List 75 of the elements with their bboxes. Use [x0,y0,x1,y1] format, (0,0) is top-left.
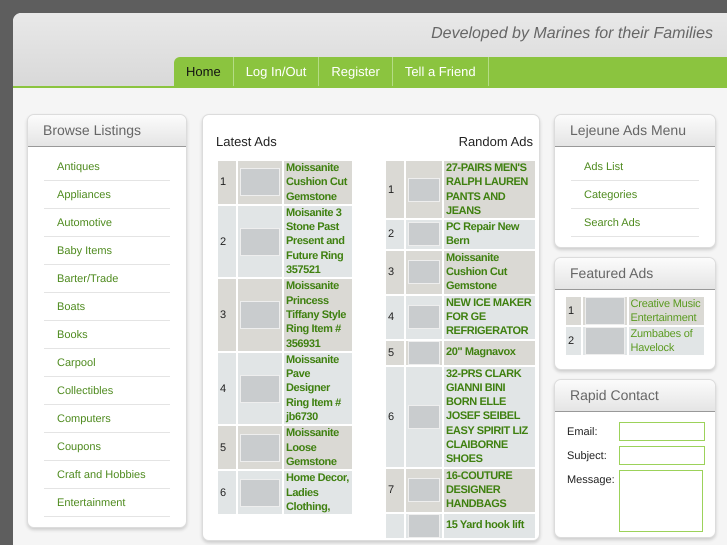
category-link[interactable]: Barter/Trade [44,265,170,293]
photo-placeholder [408,404,440,429]
table-cell: 3 [386,250,404,294]
category-link[interactable]: Computers [44,405,170,433]
photo-placeholder [240,301,280,330]
table-cell: 5 [218,426,236,470]
category-link[interactable]: Categories [571,181,699,209]
table-cell: 7 [386,468,404,512]
table-cell: 2 [218,206,236,278]
table-cell: 1 [218,161,236,204]
category-link[interactable]: Antiques [44,153,170,181]
nav-tab[interactable]: Register [319,57,393,86]
photo-placeholder [408,260,440,284]
ad-title-link[interactable]: PC Repair New Bern [444,220,535,249]
ad-title-link[interactable]: Moissanite Loose Gemstone [284,426,352,470]
photo-placeholder [240,478,280,507]
category-link[interactable]: Craft and Hobbies [44,461,170,489]
message-field[interactable] [619,470,703,532]
table-cell: 1 [566,297,580,325]
category-link[interactable]: Coupons [44,433,170,461]
table-cell: 6 [386,366,404,467]
panel-title: Lejeune Ads Menu [555,115,715,147]
photo-placeholder [408,178,440,202]
table-cell: 2 [566,327,580,355]
ad-title-link[interactable]: Zumbabes of Havelock [628,327,704,355]
table-cell: 2 [386,220,404,249]
ad-title-link[interactable]: 16-COUTURE DESIGNER HANDBAGS [444,468,535,512]
nav-tab[interactable]: Tell a Friend [392,57,489,86]
table-cell: 4 [218,352,236,424]
photo-placeholder [408,305,440,330]
ad-title-link[interactable]: NEW ICE MAKER FOR GE REFRIGERATOR [444,296,535,339]
category-link[interactable]: Appliances [44,181,170,209]
panel-title: Featured Ads [555,258,715,290]
category-link[interactable]: Carpool [44,349,170,377]
ad-title-link[interactable]: Moissanite Pave Designer Ring Item # jb6730 [284,352,352,424]
category-link[interactable]: Automotive [44,209,170,237]
ad-title-link[interactable]: 27-PAIRS MEN'S RALPH LAUREN PANTS AND JEANS [444,161,535,218]
ad-title-link[interactable]: Creative Music Entertainment [628,297,704,325]
category-link[interactable]: Ads List [571,153,699,181]
table-cell: 4 [386,296,404,339]
table-cell: 6 [218,471,236,514]
category-link[interactable]: Books [44,321,170,349]
section-title: Latest Ads [216,134,278,149]
ad-title-link[interactable]: Moissanite Cushion Cut Gemstone [284,161,352,204]
panel-title: Browse Listings [28,115,186,147]
photo-placeholder [240,228,280,256]
input-field[interactable] [619,446,705,465]
section-title: Random Ads [458,134,534,149]
photo-placeholder [408,478,440,502]
ad-title-link[interactable]: Moissanite Princess Tiffany Style Ring Item # 356931 [284,279,352,351]
table-cell: 3 [218,279,236,351]
panel-title: Rapid Contact [555,380,715,412]
category-link[interactable]: Boats [44,293,170,321]
nav-tab[interactable]: Log In/Out [234,57,320,86]
category-link[interactable]: Baby Items [44,237,170,265]
category-link[interactable]: Search Ads [571,209,699,237]
photo-placeholder [240,374,280,403]
field-label: Message: [567,473,616,486]
field-label: Subject: [567,449,608,462]
input-field[interactable] [619,422,705,441]
ad-title-link[interactable]: 15 Yard hook lift [444,514,535,538]
site-tagline: Developed by Marines for their Families [430,24,714,44]
ad-title-link[interactable]: Home Decor, Ladies Clothing, [284,471,352,514]
category-link[interactable]: Collectibles [44,377,170,405]
field-label: Email: [567,425,599,438]
ad-title-link[interactable]: Moissanite Cushion Cut Gemstone [444,250,535,294]
photo-placeholder [240,168,280,196]
table-cell: 1 [386,161,404,218]
ad-title-link[interactable]: 32-PRS CLARK GIANNI BINI BORN ELLE JOSEF SEIBEL EASY SPIRIT LIZ CLAIBORNE SHOES [444,366,535,467]
ad-title-link[interactable]: Moisanite 3 Stone Past Present and Future Ring 357521 [284,206,352,278]
ad-title-link[interactable]: 20" Magnavox [444,340,535,365]
category-link[interactable]: Entertainment [44,489,170,517]
photo-placeholder [240,434,280,462]
table-cell: 5 [386,340,404,365]
nav-tab[interactable]: Home [174,57,234,86]
